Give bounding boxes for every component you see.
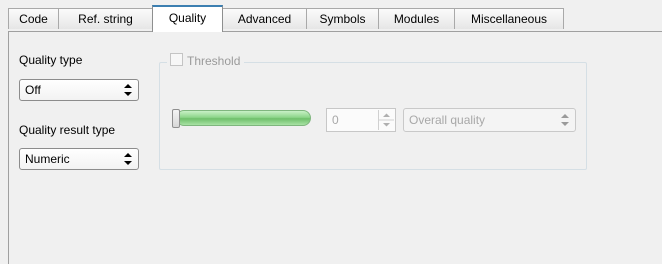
threshold-spinbox[interactable]: 0 bbox=[326, 108, 396, 132]
quality-result-type-label: Quality result type bbox=[19, 123, 116, 137]
tab-bar: Code Ref. string Quality Advanced Symbol… bbox=[8, 0, 662, 32]
threshold-mode-value: Overall quality bbox=[409, 113, 486, 127]
tab-quality[interactable]: Quality bbox=[152, 5, 223, 32]
threshold-mode-combo[interactable]: Overall quality bbox=[403, 108, 576, 132]
threshold-slider[interactable] bbox=[176, 110, 311, 126]
tab-advanced[interactable]: Advanced bbox=[223, 8, 307, 29]
quality-type-combo[interactable]: Off bbox=[19, 79, 139, 101]
spin-buttons[interactable] bbox=[378, 110, 394, 130]
tab-code[interactable]: Code bbox=[8, 8, 59, 29]
tab-symbols[interactable]: Symbols bbox=[307, 8, 379, 29]
tab-modules[interactable]: Modules bbox=[379, 8, 455, 29]
up-down-arrows-icon bbox=[124, 84, 132, 96]
threshold-slider-handle[interactable] bbox=[172, 109, 180, 128]
threshold-checkbox[interactable] bbox=[170, 53, 183, 66]
tab-ref-string[interactable]: Ref. string bbox=[59, 8, 153, 29]
spin-arrows-icon bbox=[379, 113, 394, 127]
threshold-spin-value: 0 bbox=[332, 113, 339, 127]
quality-result-type-combo[interactable]: Numeric bbox=[19, 148, 139, 170]
up-down-arrows-icon bbox=[561, 114, 569, 126]
threshold-title: Threshold bbox=[187, 54, 241, 68]
quality-type-label: Quality type bbox=[19, 53, 83, 67]
quality-result-type-value: Numeric bbox=[25, 152, 70, 166]
up-down-arrows-icon bbox=[124, 153, 132, 165]
quality-type-value: Off bbox=[25, 83, 41, 97]
tab-miscellaneous[interactable]: Miscellaneous bbox=[455, 8, 564, 29]
